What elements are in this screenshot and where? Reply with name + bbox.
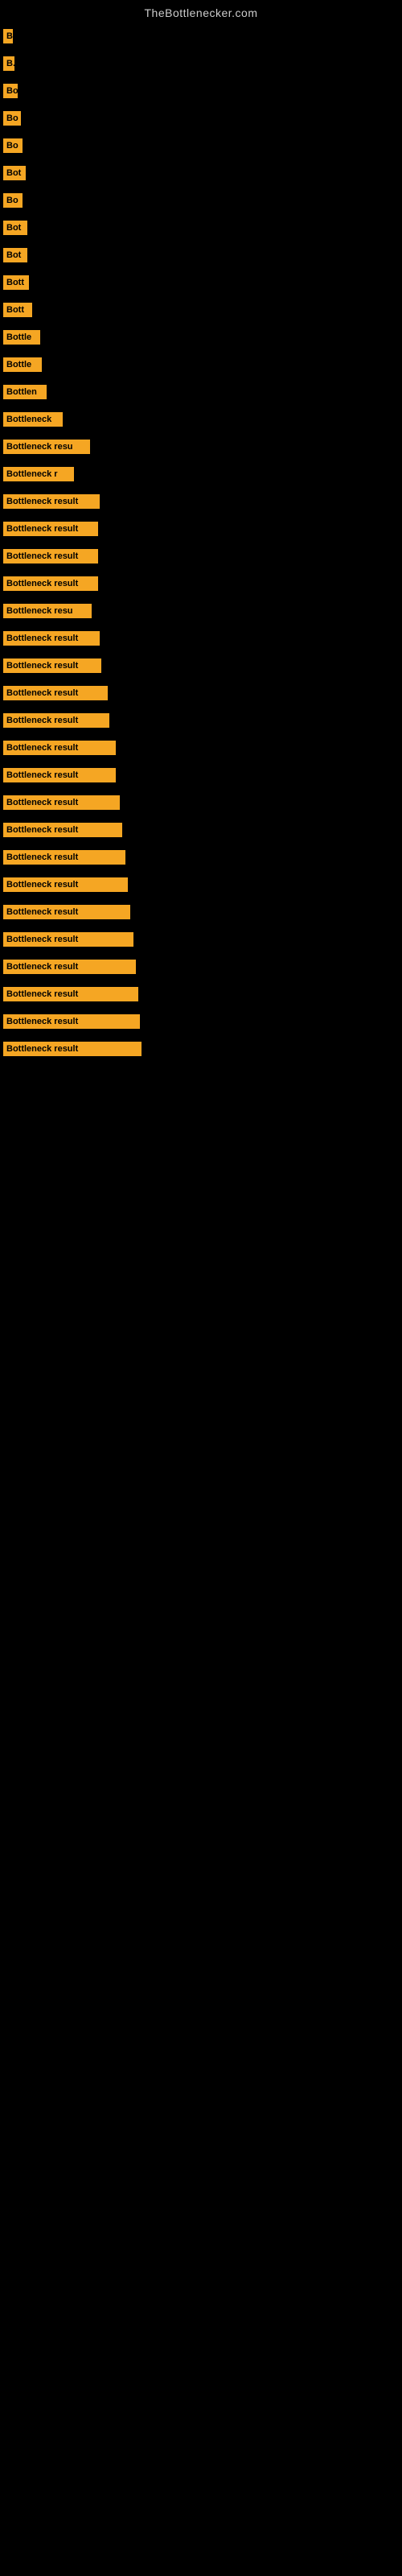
bar-row: Bottleneck resu — [0, 433, 402, 460]
bar-label: Bottleneck result — [3, 1014, 140, 1029]
bar-row: Bottleneck result — [0, 1008, 402, 1035]
bar-row: B. — [0, 50, 402, 77]
bars-container: B B. Bo Bo Bo Bot Bo Bot Bot Bott Bott Bottle Bottle… — [0, 23, 402, 1063]
bar-label: Bottleneck result — [3, 960, 136, 974]
bar-row: Bo — [0, 105, 402, 132]
bar-label: Bottleneck r — [3, 467, 74, 481]
bar-label: Bot — [3, 248, 27, 262]
bar-label: Bot — [3, 221, 27, 235]
bar-row: Bottle — [0, 351, 402, 378]
bar-row: Bottleneck result — [0, 816, 402, 844]
bar-label: Bo — [3, 111, 21, 126]
bar-row: Bott — [0, 269, 402, 296]
bar-label: Bottleneck resu — [3, 440, 90, 454]
bar-label: B. — [3, 56, 14, 71]
bar-row: Bottleneck result — [0, 625, 402, 652]
bar-row: Bottleneck result — [0, 570, 402, 597]
bar-label: Bottleneck result — [3, 987, 138, 1001]
bar-label: Bottleneck result — [3, 631, 100, 646]
bar-row: Bottleneck result — [0, 1035, 402, 1063]
bar-label: Bottleneck result — [3, 522, 98, 536]
bar-row: Bottleneck result — [0, 762, 402, 789]
bar-label: Bottleneck result — [3, 768, 116, 782]
bar-row: Bottleneck resu — [0, 597, 402, 625]
bar-label: Bottleneck result — [3, 823, 122, 837]
bar-row: Bottleneck result — [0, 543, 402, 570]
bar-row: Bot — [0, 159, 402, 187]
bar-row: Bo — [0, 77, 402, 105]
bar-row: Bo — [0, 132, 402, 159]
bar-label: Bo — [3, 138, 23, 153]
bar-row: Bottlen — [0, 378, 402, 406]
bar-row: Bottleneck result — [0, 679, 402, 707]
bar-row: Bottleneck result — [0, 707, 402, 734]
bar-label: Bottleneck resu — [3, 604, 92, 618]
bar-row: Bottleneck result — [0, 844, 402, 871]
bar-row: Bottleneck result — [0, 652, 402, 679]
bar-label: Bot — [3, 166, 26, 180]
bar-label: Bottleneck result — [3, 686, 108, 700]
bar-row: Bottleneck result — [0, 953, 402, 980]
bar-label: Bottleneck result — [3, 1042, 142, 1056]
bar-row: Bott — [0, 296, 402, 324]
bar-row: Bo — [0, 187, 402, 214]
bar-row: Bot — [0, 214, 402, 242]
bar-label: Bottleneck result — [3, 905, 130, 919]
bar-label: Bottleneck — [3, 412, 63, 427]
bar-row: Bottleneck result — [0, 789, 402, 816]
bar-label: Bottleneck result — [3, 850, 125, 865]
bar-row: Bottleneck r — [0, 460, 402, 488]
bar-label: Bo — [3, 84, 18, 98]
bar-row: Bottleneck result — [0, 898, 402, 926]
bar-row: Bottleneck result — [0, 734, 402, 762]
bar-label: Bo — [3, 193, 23, 208]
bar-label: B — [3, 29, 13, 43]
bar-label: Bottleneck result — [3, 494, 100, 509]
bar-label: Bottleneck result — [3, 713, 109, 728]
bar-label: Bottleneck result — [3, 877, 128, 892]
bar-row: Bottleneck result — [0, 871, 402, 898]
bar-label: Bottleneck result — [3, 549, 98, 564]
bar-label: Bottle — [3, 357, 42, 372]
bar-label: Bottlen — [3, 385, 47, 399]
bar-row: Bot — [0, 242, 402, 269]
bar-row: Bottleneck result — [0, 515, 402, 543]
bar-label: Bottleneck result — [3, 741, 116, 755]
site-title: TheBottlenecker.com — [0, 0, 402, 23]
bar-row: Bottleneck result — [0, 488, 402, 515]
bar-row: Bottleneck — [0, 406, 402, 433]
bar-label: Bott — [3, 275, 29, 290]
bar-row: B — [0, 23, 402, 50]
bar-label: Bottleneck result — [3, 932, 133, 947]
bar-row: Bottleneck result — [0, 926, 402, 953]
bar-row: Bottle — [0, 324, 402, 351]
bar-label: Bott — [3, 303, 32, 317]
bar-label: Bottleneck result — [3, 658, 101, 673]
bar-label: Bottle — [3, 330, 40, 345]
bar-label: Bottleneck result — [3, 795, 120, 810]
bar-row: Bottleneck result — [0, 980, 402, 1008]
bar-label: Bottleneck result — [3, 576, 98, 591]
